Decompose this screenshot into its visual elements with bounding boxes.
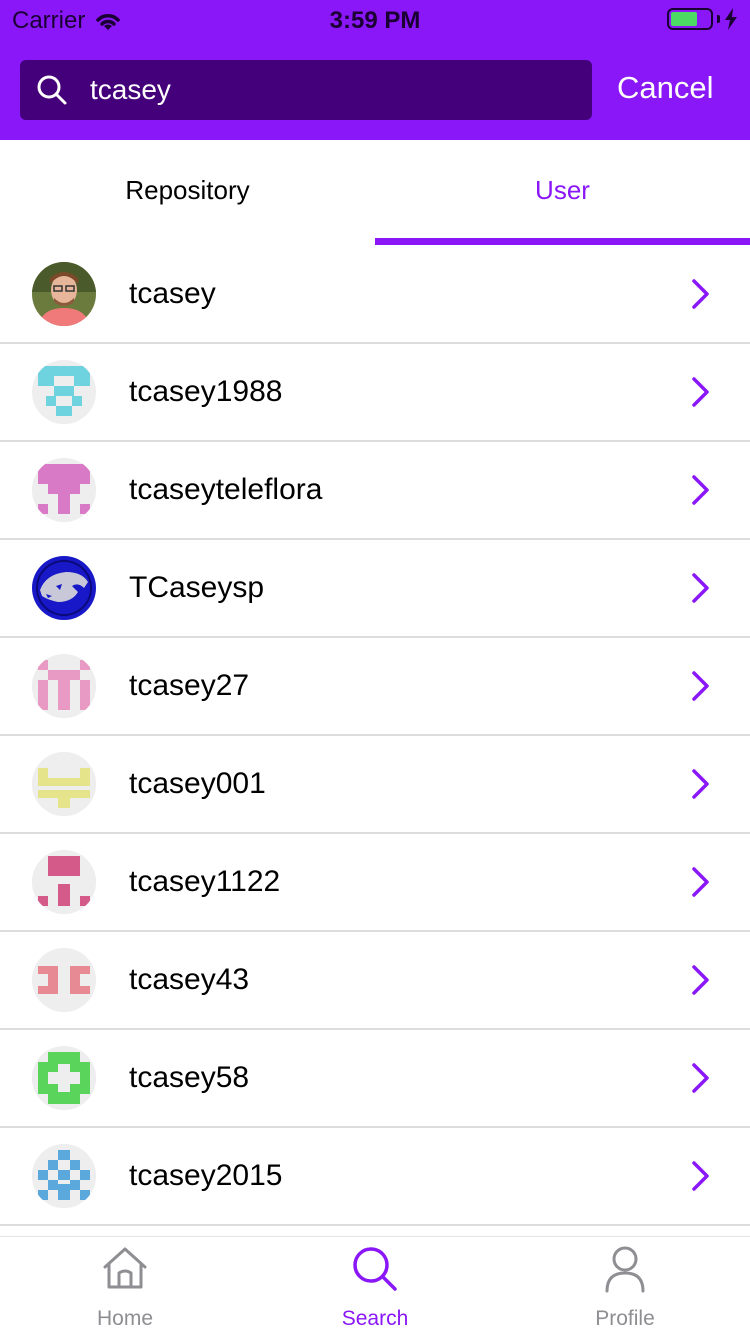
- chevron-right-icon: [692, 1063, 709, 1093]
- list-item[interactable]: tcasey43: [0, 932, 750, 1030]
- chevron-right-icon: [692, 867, 709, 897]
- username: tcasey43: [129, 963, 250, 996]
- battery-icon: [667, 8, 713, 30]
- tabbar-search-label: Search: [341, 1307, 409, 1330]
- chevron-right-icon: [692, 769, 709, 799]
- username: tcaseyteleflora: [129, 473, 323, 506]
- search-icon: [353, 1247, 397, 1291]
- search-bar[interactable]: [20, 60, 592, 120]
- tabbar-profile[interactable]: Profile: [500, 1237, 750, 1334]
- list-item[interactable]: tcasey001: [0, 736, 750, 834]
- active-tab-indicator: [375, 238, 750, 245]
- chevron-right-icon: [692, 1161, 709, 1191]
- list-item[interactable]: tcasey1988: [0, 344, 750, 442]
- avatar: [32, 752, 96, 816]
- user-results-list[interactable]: tcasey tcasey1988 tcaseyteleflora TCasey…: [0, 246, 750, 1236]
- avatar: [32, 556, 96, 620]
- avatar: [32, 948, 96, 1012]
- tabbar-profile-label: Profile: [595, 1307, 655, 1330]
- username: tcasey2015: [129, 1159, 283, 1192]
- battery-indicator: [667, 8, 738, 30]
- chevron-right-icon: [692, 573, 709, 603]
- tabbar-home-label: Home: [96, 1307, 154, 1330]
- tabbar-search[interactable]: Search: [250, 1237, 500, 1334]
- username: tcasey1988: [129, 375, 283, 408]
- tab-user[interactable]: User: [375, 140, 750, 240]
- list-item[interactable]: tcaseyteleflora: [0, 442, 750, 540]
- search-icon: [22, 60, 82, 120]
- header: Carrier 3:59 PM Cancel: [0, 0, 750, 140]
- list-item[interactable]: tcasey: [0, 246, 750, 344]
- avatar: [32, 458, 96, 522]
- avatar: [32, 262, 96, 326]
- tabbar-home[interactable]: Home: [0, 1237, 250, 1334]
- username: TCaseysp: [129, 571, 265, 604]
- chevron-right-icon: [692, 377, 709, 407]
- list-item[interactable]: tcasey1122: [0, 834, 750, 932]
- username: tcasey: [129, 277, 216, 310]
- username: tcasey27: [129, 669, 250, 702]
- list-item[interactable]: tcasey27: [0, 638, 750, 736]
- chevron-right-icon: [692, 671, 709, 701]
- search-scope-tabs: Repository User: [0, 140, 750, 246]
- username: tcasey58: [129, 1061, 250, 1094]
- list-item[interactable]: tcasey2015: [0, 1128, 750, 1226]
- username: tcasey001: [129, 767, 266, 800]
- chevron-right-icon: [692, 475, 709, 505]
- status-time: 3:59 PM: [329, 7, 421, 34]
- avatar: [32, 360, 96, 424]
- bottom-tab-bar: Home Search Profile: [0, 1236, 750, 1334]
- person-icon: [605, 1246, 645, 1293]
- status-bar: Carrier 3:59 PM: [0, 0, 750, 40]
- avatar: [32, 850, 96, 914]
- list-item[interactable]: TCaseysp: [0, 540, 750, 638]
- charging-bolt-icon: [725, 8, 737, 30]
- tab-repository[interactable]: Repository: [0, 140, 375, 240]
- username: tcasey1122: [129, 865, 281, 898]
- avatar: [32, 1144, 96, 1208]
- home-icon: [103, 1247, 147, 1289]
- cancel-button[interactable]: Cancel: [617, 70, 714, 106]
- list-item[interactable]: tcasey58: [0, 1030, 750, 1128]
- search-input[interactable]: [90, 60, 570, 120]
- chevron-right-icon: [692, 279, 709, 309]
- chevron-right-icon: [692, 965, 709, 995]
- avatar: [32, 1046, 96, 1110]
- avatar: [32, 654, 96, 718]
